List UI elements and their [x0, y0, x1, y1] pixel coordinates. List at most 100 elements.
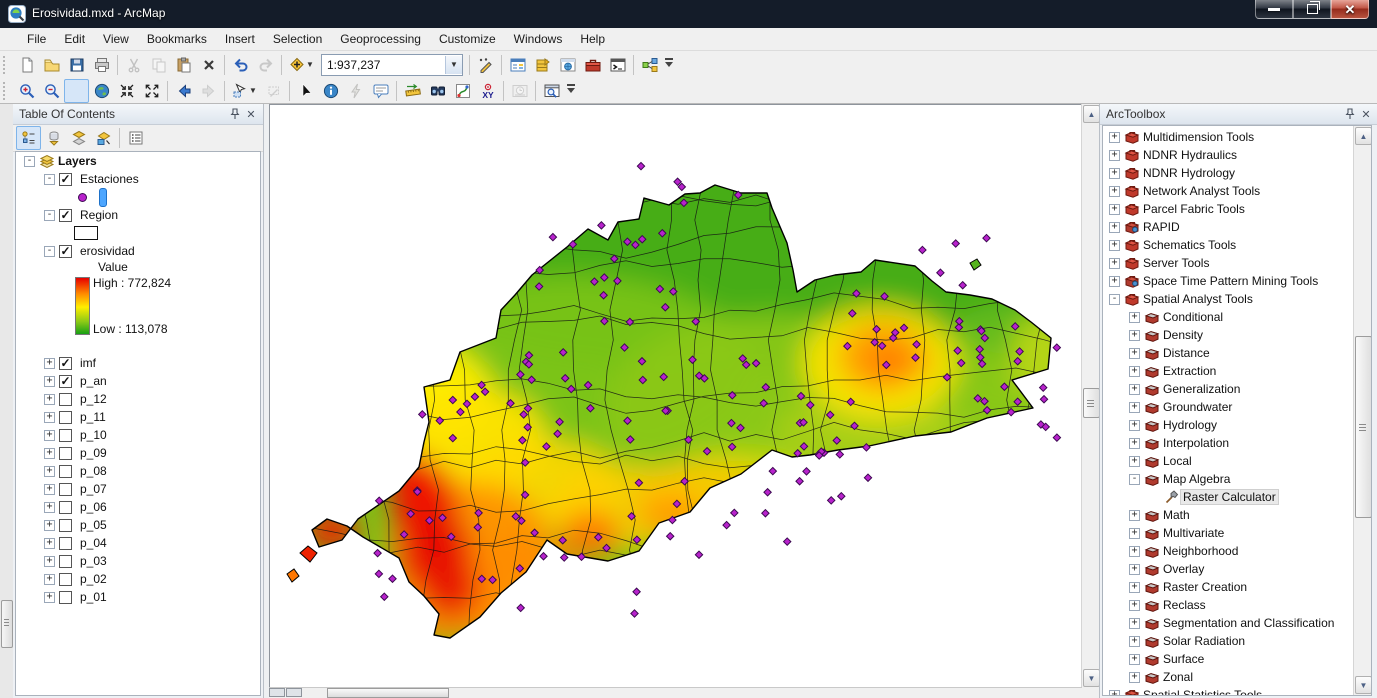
toolbox-row-solar-radiation[interactable]: +Solar Radiation	[1103, 632, 1353, 650]
toolbox-row-groundwater[interactable]: +Groundwater	[1103, 398, 1353, 416]
identify-button[interactable]	[318, 79, 343, 103]
layer-label-region[interactable]: Region	[77, 208, 121, 222]
hyperlink-button[interactable]	[343, 79, 368, 103]
layer-label-p-09[interactable]: p_09	[77, 446, 110, 460]
map-scrollbar-thumb[interactable]	[1083, 388, 1100, 418]
layer-checkbox[interactable]	[59, 393, 72, 406]
toolbox-row-schematics-tools[interactable]: +Schematics Tools	[1103, 236, 1353, 254]
add-catalog-button[interactable]	[530, 53, 555, 77]
expand-icon[interactable]: +	[1129, 600, 1140, 611]
tool-label-multidimension-tools[interactable]: Multidimension Tools	[1140, 130, 1257, 144]
expand-icon[interactable]: +	[1109, 222, 1120, 233]
expand-icon[interactable]: +	[1109, 258, 1120, 269]
add-data-button[interactable]: ▼	[285, 53, 318, 77]
toolbox-row-distance[interactable]: +Distance	[1103, 344, 1353, 362]
layer-checkbox[interactable]	[59, 519, 72, 532]
html-popup-button[interactable]	[368, 79, 393, 103]
toc-row-p-12[interactable]: +p_12	[16, 390, 260, 408]
tool-label-math[interactable]: Math	[1160, 508, 1193, 522]
toolbox-row-hydrology[interactable]: +Hydrology	[1103, 416, 1353, 434]
toolbox-row-ndnr-hydrology[interactable]: +NDNR Hydrology	[1103, 164, 1353, 182]
collapse-icon[interactable]: -	[44, 174, 55, 185]
dropdown-caret-icon[interactable]: ▼	[306, 60, 314, 69]
region-fill-symbol[interactable]	[74, 226, 98, 240]
toolbox-row-surface[interactable]: +Surface	[1103, 650, 1353, 668]
toc-row-p-03[interactable]: +p_03	[16, 552, 260, 570]
tool-label-local[interactable]: Local	[1160, 454, 1195, 468]
expand-icon[interactable]: +	[1109, 168, 1120, 179]
arctoolbox-scrollbar[interactable]: ▲ ▼	[1353, 126, 1371, 695]
toolbox-row-interpolation[interactable]: + Interpolation	[1103, 434, 1353, 452]
expand-icon[interactable]: +	[1109, 276, 1120, 287]
close-panel-icon[interactable]: ✕	[243, 106, 259, 122]
expand-icon[interactable]: +	[1129, 420, 1140, 431]
catalog-window-button[interactable]	[555, 53, 580, 77]
expand-icon[interactable]: +	[44, 574, 55, 585]
layer-checkbox[interactable]	[59, 429, 72, 442]
layer-label-p-04[interactable]: p_04	[77, 536, 110, 550]
tool-label-conditional[interactable]: Conditional	[1160, 310, 1226, 324]
menu-geoprocessing[interactable]: Geoprocessing	[331, 28, 430, 50]
layer-label-p-an[interactable]: p_an	[77, 374, 110, 388]
expand-icon[interactable]: +	[1109, 690, 1120, 697]
toolbox-row-raster-calculator[interactable]: Raster Calculator	[1103, 488, 1353, 506]
toc-window-button[interactable]	[505, 53, 530, 77]
toc-header[interactable]: Table Of Contents ✕	[13, 104, 263, 125]
expand-icon[interactable]: +	[1109, 186, 1120, 197]
layer-label-layers[interactable]: Layers	[55, 154, 100, 168]
editor-pencil-button[interactable]	[473, 53, 498, 77]
arctoolbox-header[interactable]: ArcToolbox ✕	[1100, 104, 1377, 125]
toolbox-row-zonal[interactable]: +Zonal	[1103, 668, 1353, 686]
scale-dropdown-icon[interactable]: ▼	[445, 56, 462, 74]
menu-view[interactable]: View	[94, 28, 138, 50]
toc-row-p-02[interactable]: +p_02	[16, 570, 260, 588]
tool-label-network-analyst-tools[interactable]: Network Analyst Tools	[1140, 184, 1263, 198]
tool-label-raster-creation[interactable]: Raster Creation	[1160, 580, 1250, 594]
tool-label-segmentation-and-classification[interactable]: Segmentation and Classification	[1160, 616, 1337, 630]
expand-icon[interactable]: +	[1129, 366, 1140, 377]
expand-icon[interactable]: +	[1129, 528, 1140, 539]
close-button[interactable]: ✕	[1331, 0, 1369, 19]
full-extent-button[interactable]	[89, 79, 114, 103]
python-window-button[interactable]	[605, 53, 630, 77]
expand-icon[interactable]: +	[44, 394, 55, 405]
select-elements-button[interactable]	[293, 79, 318, 103]
tool-label-spatial-analyst-tools[interactable]: Spatial Analyst Tools	[1140, 292, 1256, 306]
expand-icon[interactable]: +	[44, 538, 55, 549]
toolbox-row-neighborhood[interactable]: +Neighborhood	[1103, 542, 1353, 560]
tool-label-raster-calculator[interactable]: Raster Calculator	[1180, 489, 1279, 505]
toolbox-row-parcel-fabric-tools[interactable]: +Parcel Fabric Tools	[1103, 200, 1353, 218]
layer-label-p-08[interactable]: p_08	[77, 464, 110, 478]
menu-selection[interactable]: Selection	[264, 28, 331, 50]
tool-label-neighborhood[interactable]: Neighborhood	[1160, 544, 1241, 558]
dropdown-caret-icon[interactable]: ▼	[249, 86, 257, 95]
toc-row-p-09[interactable]: +p_09	[16, 444, 260, 462]
layer-label-imf[interactable]: imf	[77, 356, 99, 370]
toolbox-row-segmentation-and-classification[interactable]: +Segmentation and Classification	[1103, 614, 1353, 632]
expand-icon[interactable]: +	[1129, 384, 1140, 395]
layer-checkbox[interactable]	[59, 555, 72, 568]
toolbox-row-map-algebra[interactable]: -Map Algebra	[1103, 470, 1353, 488]
expand-icon[interactable]: +	[1129, 582, 1140, 593]
layer-checkbox[interactable]	[59, 483, 72, 496]
tool-label-zonal[interactable]: Zonal	[1160, 670, 1196, 684]
expand-icon[interactable]: +	[1129, 438, 1140, 449]
layer-checkbox[interactable]	[59, 447, 72, 460]
toolbox-row-raster-creation[interactable]: + Raster Creation	[1103, 578, 1353, 596]
expand-icon[interactable]: +	[1109, 204, 1120, 215]
estaciones-point-symbol[interactable]	[78, 193, 87, 202]
zoom-in-button[interactable]	[14, 79, 39, 103]
expand-icon[interactable]: +	[1109, 132, 1120, 143]
expand-icon[interactable]: +	[44, 484, 55, 495]
tool-label-interpolation[interactable]: Interpolation	[1160, 436, 1232, 450]
menu-help[interactable]: Help	[571, 28, 614, 50]
toolbar-grip[interactable]	[3, 82, 10, 100]
tool-label-schematics-tools[interactable]: Schematics Tools	[1140, 238, 1239, 252]
undo-button[interactable]	[228, 53, 253, 77]
fixed-zoom-in-button[interactable]	[114, 79, 139, 103]
collapse-icon[interactable]: -	[44, 210, 55, 221]
layer-checkbox[interactable]: ✓	[59, 209, 72, 222]
tool-label-rapid[interactable]: RAPID	[1140, 220, 1183, 234]
toolbox-row-overlay[interactable]: +Overlay	[1103, 560, 1353, 578]
toolbox-row-space-time-pattern-mining-tools[interactable]: +Space Time Pattern Mining Tools	[1103, 272, 1353, 290]
